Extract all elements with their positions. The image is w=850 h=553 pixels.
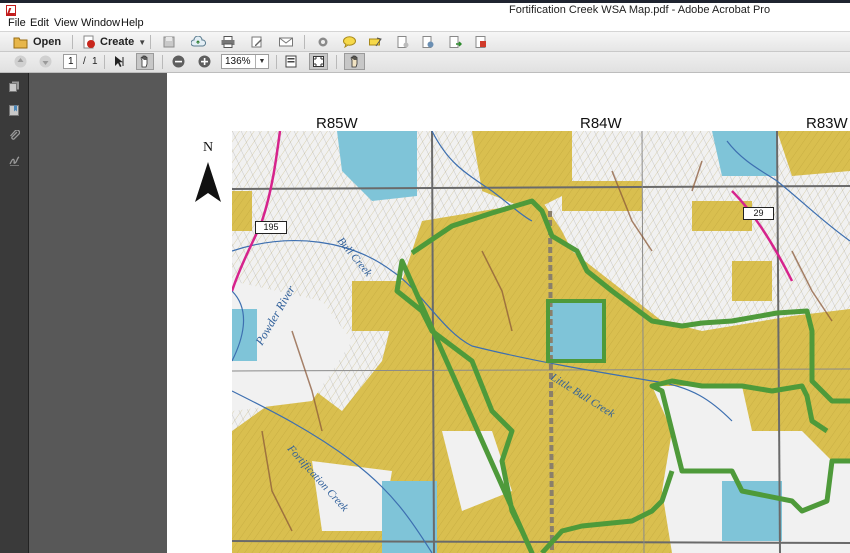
acrobat-app-icon: [6, 5, 16, 16]
edit-icon[interactable]: [251, 36, 263, 48]
menu-edit[interactable]: Edit: [30, 17, 49, 29]
range-label-r83w: R83W: [806, 115, 848, 132]
cloud-upload-icon[interactable]: [191, 36, 206, 48]
navigation-pane-rail: [0, 73, 29, 553]
toolbar-separator: [72, 35, 73, 49]
north-arrow: N: [190, 140, 226, 206]
save-icon[interactable]: [163, 36, 175, 48]
email-icon[interactable]: [279, 36, 293, 48]
hand-tool-button[interactable]: [136, 53, 154, 70]
map-canvas[interactable]: Powder River Bull Creek Little Bull Cree…: [232, 131, 850, 553]
document-settings-icon[interactable]: [422, 36, 434, 48]
window-title: Fortification Creek WSA Map.pdf - Adobe …: [509, 4, 771, 16]
create-pdf-icon: [83, 35, 95, 49]
title-bar: Fortification Creek WSA Map.pdf - Adobe …: [0, 0, 850, 17]
hand-icon: [350, 55, 358, 68]
toolbar-separator: [150, 35, 151, 49]
hand-icon: [140, 55, 148, 68]
highway-label-195: 195: [255, 221, 287, 234]
toolbar-separator: [304, 35, 305, 49]
menu-view[interactable]: View: [54, 17, 78, 29]
zoom-out-icon[interactable]: [172, 55, 185, 68]
gear-icon[interactable]: [317, 36, 329, 48]
page-number-input[interactable]: 1: [63, 54, 77, 69]
menu-help[interactable]: Help: [121, 17, 144, 29]
main-toolbar: Open Create ▼: [0, 31, 850, 52]
menu-bar: File Edit View Window Help: [0, 17, 850, 32]
highlight-icon[interactable]: [369, 36, 382, 48]
page-thumbnails-icon[interactable]: [9, 81, 20, 92]
print-icon[interactable]: [221, 36, 235, 48]
bookmarks-icon[interactable]: [9, 105, 20, 116]
zoom-level-select[interactable]: 136% ▼: [221, 54, 269, 69]
zoom-level-value: 136%: [225, 56, 251, 67]
fit-width-icon[interactable]: [285, 55, 297, 68]
document-icon[interactable]: [397, 36, 409, 48]
north-arrow-icon: [195, 162, 221, 202]
page-separator: /: [83, 56, 86, 67]
next-page-icon[interactable]: [39, 55, 52, 68]
fit-page-icon: [313, 56, 324, 67]
toolbar-separator: [104, 55, 105, 69]
navigation-toolbar: 1 / 1 136% ▼: [0, 52, 850, 73]
open-label: Open: [33, 36, 62, 48]
select-tool-icon[interactable]: [113, 55, 126, 68]
toolbar-separator: [276, 55, 277, 69]
create-label: Create: [100, 36, 135, 48]
highway-label-29: 29: [743, 207, 774, 220]
north-label: N: [203, 140, 214, 155]
read-mode-button[interactable]: [344, 53, 365, 70]
create-button[interactable]: Create ▼: [82, 33, 146, 51]
toolbar-separator: [162, 55, 163, 69]
zoom-in-icon[interactable]: [198, 55, 211, 68]
chevron-down-icon: ▼: [138, 37, 147, 47]
previous-page-icon[interactable]: [14, 55, 27, 68]
fit-page-button[interactable]: [309, 53, 328, 70]
form-icon[interactable]: [475, 36, 487, 48]
menu-window[interactable]: Window: [81, 17, 120, 29]
folder-icon: [13, 37, 28, 48]
document-background: [29, 73, 167, 553]
export-icon[interactable]: [449, 36, 462, 48]
range-label-r84w: R84W: [580, 115, 622, 132]
signatures-icon[interactable]: [9, 155, 20, 166]
page-total: 1: [92, 56, 98, 67]
chevron-down-icon: ▼: [255, 55, 268, 68]
attachments-icon[interactable]: [9, 130, 20, 141]
range-label-r85w: R85W: [316, 115, 358, 132]
comment-icon[interactable]: [343, 36, 356, 48]
open-button[interactable]: Open: [13, 33, 61, 51]
menu-file[interactable]: File: [8, 17, 26, 29]
toolbar-separator: [336, 55, 337, 69]
